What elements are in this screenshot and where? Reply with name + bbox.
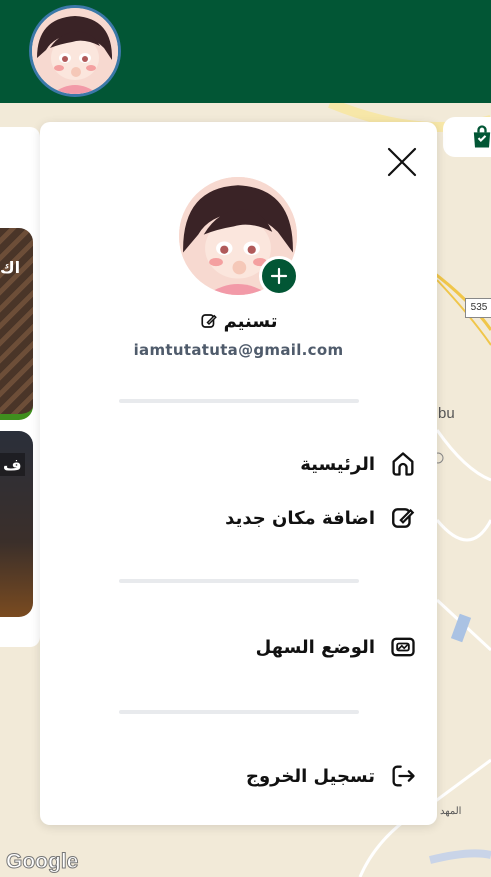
- menu-item-label: الوضع السهل: [255, 636, 375, 658]
- edit-icon: [389, 504, 417, 532]
- map-place-label: bu: [438, 405, 455, 422]
- divider: [119, 710, 359, 714]
- menu-item-label: تسجيل الخروج: [246, 765, 375, 787]
- close-icon: [387, 147, 417, 177]
- menu-item-add-place[interactable]: اضافة مكان جديد: [225, 501, 417, 535]
- shopping-bag-icon: [473, 125, 491, 148]
- divider: [119, 399, 359, 403]
- avatar-illustration-icon: [32, 8, 118, 94]
- road-number-label: 535: [465, 298, 491, 318]
- place-card-title: اك: [0, 258, 21, 277]
- divider: [119, 579, 359, 583]
- home-icon: [389, 450, 417, 478]
- google-attribution: Google: [5, 850, 79, 874]
- top-app-bar: [0, 0, 491, 103]
- logout-icon: [389, 762, 417, 790]
- menu-item-home[interactable]: الرئيسية: [300, 447, 417, 481]
- menu-item-logout[interactable]: تسجيل الخروج: [246, 759, 417, 793]
- place-card-title: ف: [0, 453, 25, 476]
- plus-icon: [270, 267, 288, 285]
- side-drawer: تسنيم iamtutatuta@gmail.com الرئيسية اضا…: [40, 122, 437, 825]
- menu-item-easy-mode[interactable]: الوضع السهل: [256, 630, 417, 664]
- image-mode-icon: [389, 633, 417, 661]
- user-name-row: تسنيم: [40, 308, 437, 334]
- cart-button[interactable]: [443, 117, 491, 157]
- menu-item-label: اضافة مكان جديد: [225, 507, 375, 529]
- user-name: تسنيم: [223, 310, 278, 332]
- edit-name-icon[interactable]: [200, 312, 218, 330]
- menu-item-label: الرئيسية: [300, 453, 375, 475]
- user-email: iamtutatuta@gmail.com: [133, 341, 344, 359]
- place-card[interactable]: اك: [0, 228, 33, 420]
- place-card[interactable]: ف: [0, 431, 33, 617]
- close-drawer-button[interactable]: [386, 146, 418, 178]
- map-place-label-2: المهد: [440, 806, 462, 817]
- add-photo-button[interactable]: [259, 256, 299, 296]
- header-avatar[interactable]: [29, 5, 121, 97]
